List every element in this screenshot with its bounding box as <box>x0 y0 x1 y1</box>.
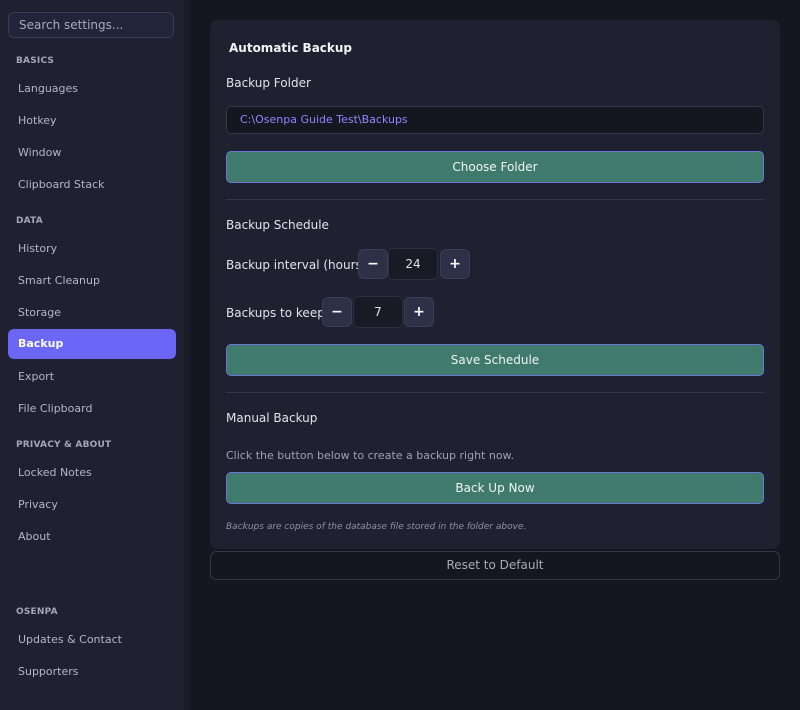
manual-backup-hint: Click the button below to create a backu… <box>226 449 515 462</box>
backup-folder-field[interactable]: C:\Osenpa Guide Test\Backups <box>226 106 764 134</box>
interval-label: Backup interval (hours) <box>226 258 367 272</box>
divider <box>226 199 764 200</box>
section-osenpa: OSENPA <box>16 607 58 617</box>
section-data: DATA <box>16 216 43 226</box>
section-privacy-about: PRIVACY & ABOUT <box>16 440 112 450</box>
manual-backup-heading: Manual Backup <box>226 411 318 425</box>
backup-folder-label: Backup Folder <box>226 76 311 90</box>
sidebar-item-hotkey[interactable]: Hotkey <box>8 106 176 136</box>
search-input[interactable]: Search settings... <box>8 12 174 38</box>
schedule-heading: Backup Schedule <box>226 218 329 232</box>
settings-sidebar: Search settings... BASICS Languages Hotk… <box>0 0 184 710</box>
page-title: Automatic Backup <box>229 41 353 55</box>
sidebar-item-clipboard-stack[interactable]: Clipboard Stack <box>8 170 176 200</box>
choose-folder-button[interactable]: Choose Folder <box>226 151 764 183</box>
backup-settings-panel: Automatic Backup Backup Folder C:\Osenpa… <box>210 20 780 549</box>
keep-label: Backups to keep <box>226 306 325 320</box>
interval-increment-button[interactable]: + <box>440 249 470 279</box>
keep-decrement-button[interactable]: − <box>322 297 352 327</box>
sidebar-item-about[interactable]: About <box>8 522 176 552</box>
sidebar-item-privacy[interactable]: Privacy <box>8 490 176 520</box>
interval-decrement-button[interactable]: − <box>358 249 388 279</box>
keep-increment-button[interactable]: + <box>404 297 434 327</box>
back-up-now-button[interactable]: Back Up Now <box>226 472 764 504</box>
save-schedule-button[interactable]: Save Schedule <box>226 344 764 376</box>
sidebar-item-backup[interactable]: Backup <box>8 329 176 359</box>
sidebar-item-supporters[interactable]: Supporters <box>8 657 176 687</box>
section-basics: BASICS <box>16 56 55 66</box>
sidebar-item-updates-contact[interactable]: Updates & Contact <box>8 625 176 655</box>
reset-to-default-button[interactable]: Reset to Default <box>210 551 780 580</box>
sidebar-item-storage[interactable]: Storage <box>8 298 176 328</box>
sidebar-item-export[interactable]: Export <box>8 362 176 392</box>
backup-footnote: Backups are copies of the database file … <box>226 522 527 532</box>
keep-value[interactable]: 7 <box>353 296 403 328</box>
sidebar-item-smart-cleanup[interactable]: Smart Cleanup <box>8 266 176 296</box>
sidebar-item-file-clipboard[interactable]: File Clipboard <box>8 394 176 424</box>
sidebar-item-locked-notes[interactable]: Locked Notes <box>8 458 176 488</box>
sidebar-item-window[interactable]: Window <box>8 138 176 168</box>
interval-value[interactable]: 24 <box>388 248 438 280</box>
sidebar-item-languages[interactable]: Languages <box>8 74 176 104</box>
sidebar-divider[interactable] <box>184 0 190 710</box>
divider <box>226 392 764 393</box>
sidebar-item-history[interactable]: History <box>8 234 176 264</box>
